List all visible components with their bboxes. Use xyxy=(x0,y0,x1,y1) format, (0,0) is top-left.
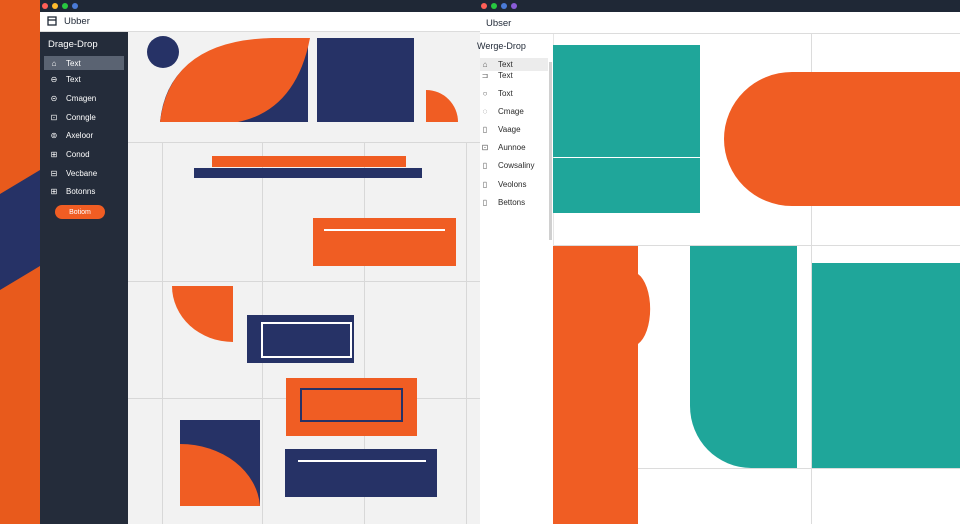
left-sidebar-title: Drage-Drop xyxy=(48,39,98,50)
maximize-dot[interactable] xyxy=(62,3,68,9)
right-design-canvas[interactable] xyxy=(553,34,960,524)
left-app-header: Ubber xyxy=(40,12,480,32)
botiom-button[interactable]: Botiom xyxy=(55,205,105,219)
circle-icon: ○ xyxy=(482,89,488,98)
left-sidebar-item-vecbane[interactable]: ⊟ Vecbane xyxy=(44,166,124,180)
right-sidebar-item-text-2[interactable]: ⊐ Text xyxy=(480,69,548,82)
orange-arc-shape xyxy=(172,286,233,342)
navy-circle-shape xyxy=(147,36,179,68)
image-icon: ⊝ xyxy=(50,93,58,103)
orange-pill-shape xyxy=(724,72,960,206)
right-sidebar-item-label: Bettons xyxy=(498,198,526,207)
home-icon: ⌂ xyxy=(51,58,57,68)
left-sidebar: Drage-Drop ⌂ Text ⊖ Text ⊝ Cmagen ⊡ Conngle … xyxy=(40,32,128,524)
box-icon: ⊟ xyxy=(50,168,58,178)
right-sidebar-item-label: Text xyxy=(498,71,513,80)
bracket-icon: ⊐ xyxy=(481,71,489,80)
orange-quarter-circle-shape xyxy=(426,90,458,122)
close-dot[interactable] xyxy=(481,3,487,9)
orange-column-shape xyxy=(553,246,651,524)
rectangle-icon: ▯ xyxy=(482,125,488,134)
white-line-shape xyxy=(324,229,445,231)
right-sidebar-item-cowsaliny[interactable]: ▯ Cowsaliny xyxy=(480,159,548,172)
left-sidebar-item-label: Conod xyxy=(66,149,90,159)
rectangle-icon: ▯ xyxy=(482,198,488,207)
minus-circle-icon: ⊖ xyxy=(50,74,58,84)
orange-box-shape xyxy=(286,378,417,436)
right-sidebar-item-label: Aunnoe xyxy=(498,143,526,152)
left-sidebar-item-label: Text xyxy=(66,58,81,68)
plus-box-icon: ⊞ xyxy=(50,149,58,159)
teal-panel-shape xyxy=(812,263,960,468)
left-sidebar-item-conod[interactable]: ⊞ Conod xyxy=(44,147,124,161)
left-sidebar-item-label: Cmagen xyxy=(66,93,97,103)
right-sidebar-item-label: Cmage xyxy=(498,107,524,116)
right-sidebar-item-vaage[interactable]: ▯ Vaage xyxy=(480,123,548,136)
left-sidebar-item-label: Text xyxy=(66,74,81,84)
right-sidebar-scrollbar[interactable] xyxy=(549,62,552,240)
right-sidebar-item-label: Toxt xyxy=(498,89,513,98)
right-sidebar-item-label: Text xyxy=(498,60,513,69)
left-sidebar-item-text-2[interactable]: ⊖ Text xyxy=(44,72,124,86)
left-sidebar-item-botonns[interactable]: ⊞ Botonns xyxy=(44,184,124,198)
extra-dot[interactable] xyxy=(72,3,78,9)
extra-dot-2[interactable] xyxy=(511,3,517,9)
left-sidebar-item-label: Axeloor xyxy=(66,130,94,140)
left-app-title: Ubber xyxy=(64,16,90,27)
box-icon: ⊡ xyxy=(481,143,489,152)
right-sidebar-title: Werge-Drop xyxy=(477,41,526,51)
right-sidebar: Werge-Drop ⌂ Text ⊐ Text ○ Toxt ◌ Cmage ▯ Vaa… xyxy=(477,34,553,524)
left-sidebar-item-conngle[interactable]: ⊡ Conngle xyxy=(44,110,124,124)
teal-block-shape xyxy=(553,45,700,157)
teal-column-shape xyxy=(690,246,797,468)
right-app-title: Ubser xyxy=(486,18,512,29)
white-line-2-shape xyxy=(298,460,426,462)
right-sidebar-item-label: Veolons xyxy=(498,180,527,189)
right-sidebar-item-bettons[interactable]: ▯ Bettons xyxy=(480,196,548,209)
toggle-icon: ⊡ xyxy=(50,112,58,122)
button-icon: ⊞ xyxy=(50,186,58,196)
navy-square-shape xyxy=(317,38,414,122)
home-icon: ⌂ xyxy=(482,60,488,69)
right-app-header: Ubser xyxy=(480,12,960,34)
navy-bar-shape xyxy=(194,168,422,178)
right-window-titlebar xyxy=(480,0,960,12)
image-icon: ◌ xyxy=(482,107,488,116)
right-sidebar-item-label: Vaage xyxy=(498,125,521,134)
right-sidebar-item-toxt[interactable]: ○ Toxt xyxy=(480,87,548,100)
close-dot[interactable] xyxy=(42,3,48,9)
left-window-titlebar xyxy=(40,0,480,12)
extra-dot[interactable] xyxy=(501,3,507,9)
left-canvas-shapes xyxy=(147,36,458,506)
left-sidebar-item-label: Conngle xyxy=(66,112,96,122)
teal-strip-shape xyxy=(553,158,700,213)
rectangle-icon: ▯ xyxy=(482,161,488,170)
maximize-dot[interactable] xyxy=(491,3,497,9)
left-sidebar-item-label: Vecbane xyxy=(66,168,98,178)
minimize-dot[interactable] xyxy=(52,3,58,9)
left-sidebar-item-axeloor[interactable]: ⊚ Axeloor xyxy=(44,128,124,142)
right-canvas-shapes xyxy=(553,45,960,524)
right-sidebar-item-cmage[interactable]: ◌ Cmage xyxy=(480,105,548,118)
app-icon[interactable] xyxy=(47,16,57,26)
left-sidebar-item-label: Botonns xyxy=(66,186,96,196)
circle-icon: ⊚ xyxy=(50,130,58,140)
left-design-canvas[interactable] xyxy=(128,32,480,524)
orange-card-shape xyxy=(313,218,456,266)
orange-bar-shape xyxy=(212,156,406,167)
navy-button-shape xyxy=(285,449,437,497)
right-sidebar-item-label: Cowsaliny xyxy=(498,161,535,170)
right-sidebar-item-aunnoe[interactable]: ⊡ Aunnoe xyxy=(480,141,548,154)
rectangle-icon: ▯ xyxy=(482,180,488,189)
left-sidebar-item-cmagen[interactable]: ⊝ Cmagen xyxy=(44,91,124,105)
right-sidebar-item-veolons[interactable]: ▯ Veolons xyxy=(480,178,548,191)
left-sidebar-item-text[interactable]: ⌂ Text xyxy=(44,56,124,70)
